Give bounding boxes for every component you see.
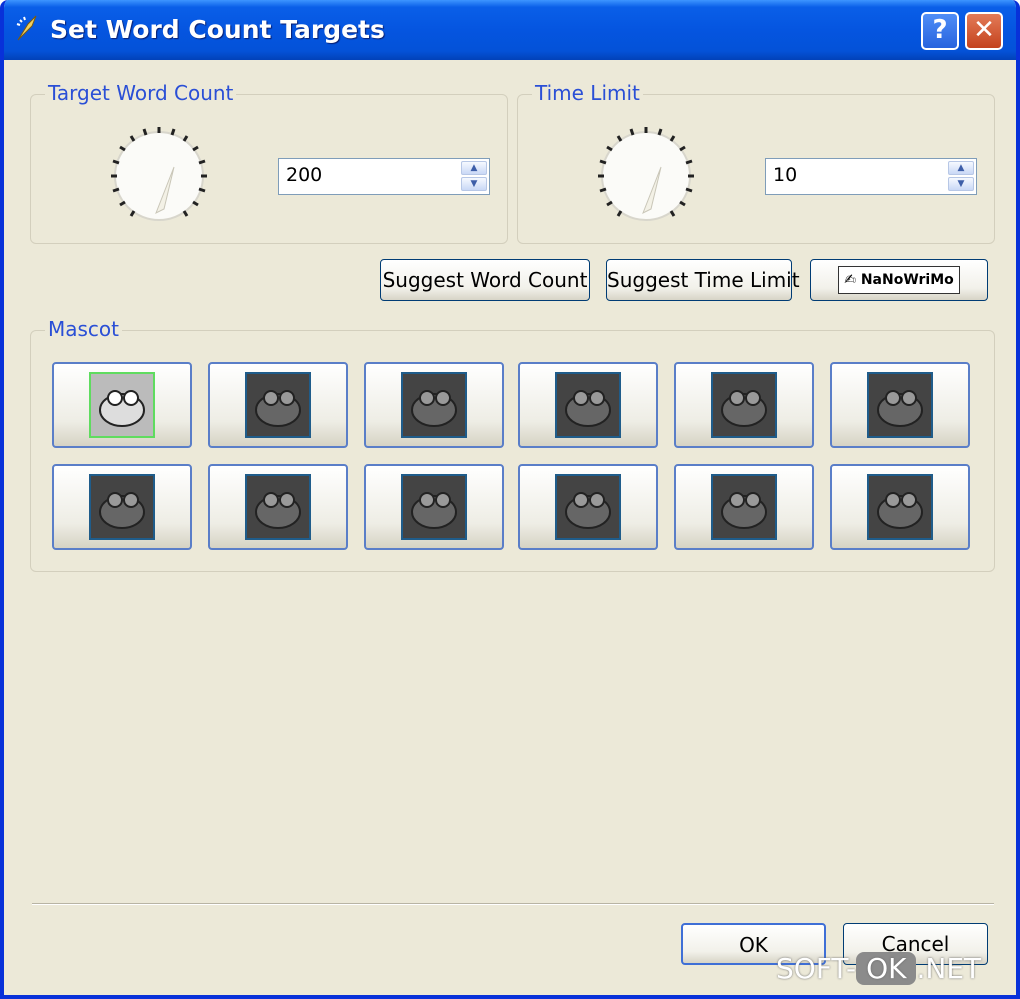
watermark: SOFT- OK .NET <box>776 952 981 985</box>
word-count-arrows[interactable]: ▲ ▼ <box>461 161 487 192</box>
suggest-time-limit-button[interactable]: Suggest Time Limit <box>606 259 800 301</box>
mascot-button[interactable] <box>518 362 658 448</box>
mascot-image <box>867 372 933 438</box>
mascot-button[interactable] <box>52 464 192 550</box>
word-count-group: Target Word Count 200 ▲ ▼ <box>30 81 508 244</box>
watermark-prefix: SOFT- <box>776 952 857 985</box>
mascot-image <box>555 372 621 438</box>
time-limit-value[interactable]: 10 <box>773 164 797 186</box>
mascot-button[interactable] <box>208 362 348 448</box>
time-limit-label: Time Limit <box>532 81 643 105</box>
spin-down-icon[interactable]: ▼ <box>461 177 487 191</box>
watermark-suffix: .NET <box>916 952 982 985</box>
window-title: Set Word Count Targets <box>50 15 385 44</box>
mascot-button[interactable] <box>674 362 814 448</box>
word-count-value[interactable]: 200 <box>286 164 322 186</box>
word-count-dial[interactable] <box>104 121 214 231</box>
close-button[interactable]: ✕ <box>965 12 1003 50</box>
nanowrimo-button[interactable]: ✍ NaNoWriMo <box>810 259 988 301</box>
mascot-button[interactable] <box>364 362 504 448</box>
mascot-image <box>401 372 467 438</box>
mascot-image <box>401 474 467 540</box>
title-bar[interactable]: Set Word Count Targets ? ✕ <box>4 0 1016 60</box>
mascot-image <box>867 474 933 540</box>
help-button[interactable]: ? <box>921 12 959 50</box>
time-limit-arrows[interactable]: ▲ ▼ <box>948 161 974 192</box>
mascot-image <box>555 474 621 540</box>
mascot-image <box>89 372 155 438</box>
spin-down-icon[interactable]: ▼ <box>948 177 974 191</box>
mascot-image <box>89 474 155 540</box>
mascot-button[interactable] <box>830 362 970 448</box>
suggest-word-count-button[interactable]: Suggest Word Count <box>380 259 590 301</box>
word-count-label: Target Word Count <box>45 81 237 105</box>
mascot-label: Mascot <box>45 317 123 341</box>
watermark-box: OK <box>856 952 917 985</box>
mascot-image <box>245 474 311 540</box>
mascot-image <box>711 372 777 438</box>
mascot-image <box>711 474 777 540</box>
footer-separator <box>32 903 994 905</box>
mascot-button[interactable] <box>52 362 192 448</box>
quill-icon <box>16 15 37 41</box>
mascot-button[interactable] <box>208 464 348 550</box>
mascot-image <box>245 372 311 438</box>
mascot-button[interactable] <box>518 464 658 550</box>
nanowrimo-logo: ✍ NaNoWriMo <box>838 266 960 294</box>
time-limit-group: Time Limit 10 ▲ ▼ <box>517 81 995 244</box>
spin-up-icon[interactable]: ▲ <box>948 161 974 175</box>
time-limit-spinbox[interactable]: 10 ▲ ▼ <box>765 158 977 195</box>
writer-icon: ✍ <box>844 272 856 288</box>
nanowrimo-label: NaNoWriMo <box>860 272 954 288</box>
mascot-button[interactable] <box>830 464 970 550</box>
mascot-button[interactable] <box>364 464 504 550</box>
spin-up-icon[interactable]: ▲ <box>461 161 487 175</box>
dialog-window: Set Word Count Targets ? ✕ Target Word C… <box>0 0 1020 999</box>
mascot-button[interactable] <box>674 464 814 550</box>
word-count-spinbox[interactable]: 200 ▲ ▼ <box>278 158 490 195</box>
time-limit-dial[interactable] <box>591 121 701 231</box>
